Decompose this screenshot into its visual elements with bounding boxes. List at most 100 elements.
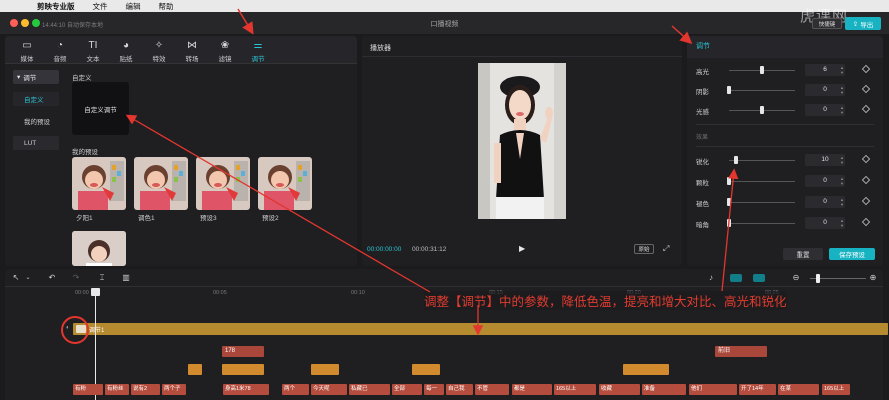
subtitle-clip[interactable]: 自己我 (446, 384, 473, 395)
preset-card[interactable] (196, 157, 250, 210)
select-cursor-icon[interactable]: ↖ (11, 273, 21, 283)
sidebar-head-adjust[interactable]: ▾ 调节 (13, 70, 59, 84)
keyframe-icon[interactable] (861, 84, 871, 94)
microphone-icon[interactable]: ♪ (706, 273, 716, 283)
effect-clip[interactable] (623, 364, 669, 375)
zoom-out-icon[interactable]: ⊖ (791, 273, 801, 283)
keyframe-icon[interactable] (861, 64, 871, 74)
stepper-icon[interactable]: ▲ ▼ (840, 155, 845, 165)
adjust-slider-knob[interactable] (733, 156, 738, 164)
subtitle-clip[interactable]: 每一 (424, 384, 444, 395)
save-preset-button[interactable]: 保存预设 (829, 248, 875, 260)
subtitle-clip[interactable]: 165以上 (822, 384, 850, 395)
export-button[interactable]: ⇪ 导出 (845, 17, 881, 30)
adjust-slider-track[interactable] (729, 223, 795, 224)
delete-icon[interactable]: ▥ (121, 273, 131, 283)
menu-file[interactable]: 文件 (93, 1, 108, 12)
split-icon[interactable]: ⌶ (97, 273, 107, 283)
stepper-icon[interactable]: ▲ ▼ (840, 176, 845, 186)
tab-text[interactable]: TI 文本 (79, 40, 107, 63)
subtitle-clip[interactable]: 两个 (282, 384, 309, 395)
stepper-icon[interactable]: ▲ ▼ (840, 197, 845, 207)
stepper-icon[interactable]: ▲ ▼ (840, 105, 845, 115)
undo-icon[interactable]: ↶ (47, 273, 57, 283)
adjust-value-field[interactable]: 0 (805, 196, 845, 208)
tab-audio[interactable]: ◔ 音频 (46, 40, 74, 63)
play-icon[interactable]: ▶ (519, 244, 527, 253)
effect-clip[interactable] (412, 364, 440, 375)
adjust-value-field[interactable]: 6 (805, 64, 845, 76)
preset-card[interactable] (134, 157, 188, 210)
tab-sticker[interactable]: ◕ 贴纸 (112, 40, 140, 63)
tab-adjust[interactable]: ⚌ 调节 (244, 40, 272, 63)
adjust-slider-track[interactable] (729, 90, 795, 91)
adjust-slider-track[interactable] (729, 160, 795, 161)
tab-transition[interactable]: ⋈ 转场 (178, 40, 206, 63)
keyframe-icon[interactable] (861, 217, 871, 227)
redo-icon[interactable]: ↷ (71, 273, 81, 283)
adjust-slider-knob[interactable] (760, 66, 764, 74)
preview-axis-icon[interactable] (753, 274, 765, 282)
subtitle-clip[interactable]: 全部 (392, 384, 422, 395)
link-track-icon[interactable] (730, 274, 742, 282)
zoom-slider-knob[interactable] (816, 274, 820, 283)
adjust-slider-knob[interactable] (727, 177, 731, 185)
sidebar-item-custom[interactable]: 自定义 (13, 92, 59, 106)
subtitle-clip[interactable]: 私藏已 (349, 384, 390, 395)
adjust-value-field[interactable]: 0 (805, 104, 845, 116)
subtitle-clip[interactable]: 在某 (778, 384, 819, 395)
adjust-slider-knob[interactable] (727, 86, 731, 94)
reset-button[interactable]: 重置 (783, 248, 823, 260)
video-preview[interactable] (478, 63, 566, 219)
apple-icon[interactable] (13, 2, 25, 11)
subtitle-clip[interactable]: 都是 (512, 384, 552, 395)
original-ratio-button[interactable]: 原始 (634, 244, 654, 254)
adjust-slider-knob[interactable] (727, 219, 731, 227)
keyframe-icon[interactable] (861, 175, 871, 185)
menu-app-name[interactable]: 剪映专业版 (37, 1, 75, 12)
adjust-value-field[interactable]: 0 (805, 217, 845, 229)
adjust-track-clip[interactable]: 调节1 (73, 323, 888, 335)
keyframe-icon[interactable] (861, 104, 871, 114)
subtitle-clip[interactable]: 开了14年 (739, 384, 776, 395)
subtitle-clip[interactable]: 有粉 (73, 384, 103, 395)
sticker-clip[interactable]: 178 (222, 346, 264, 357)
preset-thumbnail-partial[interactable] (72, 231, 126, 266)
adjust-value-field[interactable]: 10 (805, 154, 845, 166)
fullscreen-icon[interactable]: ⤢ (663, 244, 673, 254)
subtitle-clip[interactable]: 收藏 (599, 384, 640, 395)
subtitle-clip[interactable]: 有粉丝 (105, 384, 129, 395)
chevron-down-icon[interactable]: ⌄ (23, 273, 33, 283)
menu-help[interactable]: 帮助 (159, 1, 174, 12)
adjust-slider-knob[interactable] (727, 198, 731, 206)
custom-adjust-card[interactable]: 自定义调节 (72, 82, 129, 135)
adjust-slider-track[interactable] (729, 202, 795, 203)
subtitle-clip[interactable]: 165以上 (554, 384, 596, 395)
stepper-icon[interactable]: ▲ ▼ (840, 218, 845, 228)
adjust-slider-track[interactable] (729, 181, 795, 182)
subtitle-clip[interactable]: 准备 (642, 384, 686, 395)
adjust-value-field[interactable]: 0 (805, 175, 845, 187)
zoom-in-icon[interactable]: ⊕ (868, 273, 878, 283)
preset-card[interactable] (72, 157, 126, 210)
sidebar-item-my-presets[interactable]: 我的预设 (13, 114, 59, 128)
menu-edit[interactable]: 编辑 (126, 1, 141, 12)
subtitle-clip[interactable]: 他们 (689, 384, 737, 395)
tab-effects[interactable]: ✧ 特效 (145, 40, 173, 63)
stepper-icon[interactable]: ▲ ▼ (840, 65, 845, 75)
subtitle-clip[interactable]: 两个子 (162, 384, 186, 395)
preset-card[interactable] (258, 157, 312, 210)
subtitle-clip[interactable]: 身高1米78 (223, 384, 269, 395)
sidebar-item-lut[interactable]: LUT (13, 136, 59, 150)
subtitle-clip[interactable]: 今天呢 (311, 384, 347, 395)
sticker-clip[interactable]: 前旧 (715, 346, 767, 357)
adjust-slider-knob[interactable] (760, 106, 764, 114)
adjust-value-field[interactable]: 0 (805, 84, 845, 96)
effect-clip[interactable] (311, 364, 339, 375)
tab-media[interactable]: ▭ 媒体 (13, 40, 41, 63)
subtitle-clip[interactable]: 说有2 (131, 384, 160, 395)
stepper-icon[interactable]: ▲ ▼ (840, 85, 845, 95)
effect-clip[interactable] (188, 364, 202, 375)
subtitle-clip[interactable]: 不管 (475, 384, 509, 395)
keyframe-icon[interactable] (861, 196, 871, 206)
